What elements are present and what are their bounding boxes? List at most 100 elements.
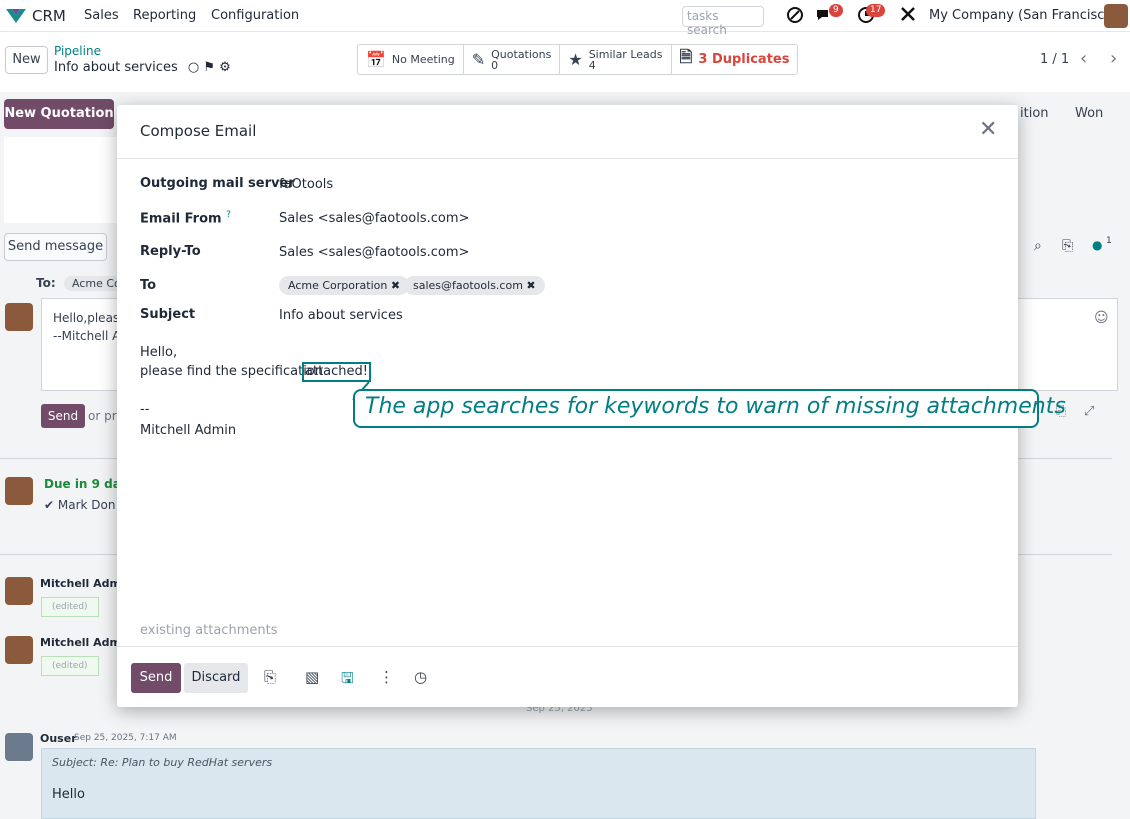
recipient-tag[interactable]: Acme Corporation ✖ [279,276,410,295]
annotation-callout: The app searches for keywords to warn of… [353,389,1066,428]
dialog-header: Compose Email ✕ [117,105,1018,159]
recipient-tag[interactable]: sales@faotools.com ✖ [404,276,545,295]
body-line-2[interactable]: please find the specification [140,364,323,379]
followers-count: 1 [1106,236,1112,246]
message-avatar-1 [5,577,33,605]
paperclip-icon[interactable]: ⎘ [1062,238,1073,254]
email-from-label-text: Email From [140,211,222,227]
new-quotation-button[interactable]: New Quotation [4,99,114,129]
menu-reporting[interactable]: Reporting [133,8,196,23]
dialog-title: Compose Email [140,122,257,140]
breadcrumb-pipeline[interactable]: Pipeline [54,44,101,58]
signature-name[interactable]: Mitchell Admin [140,423,236,438]
edited-badge-2: (edited) [41,656,99,676]
quotations-count: 0 [491,58,499,72]
app-name[interactable]: CRM [32,7,66,25]
attach-icon[interactable]: ⎘ [264,668,276,686]
annotation-callout-text: The app searches for keywords to warn of… [365,394,1066,419]
pin-icon[interactable]: ⚑ [203,60,215,75]
dialog-footer: Send Discard ⎘ ▧ 🖫 ⋮ ◷ [117,646,1018,707]
recipient-tag-label: Acme Corporation [288,279,388,292]
compose-email-dialog: Compose Email ✕ Outgoing mail server faO… [117,105,1066,707]
similar-text: Similar Leads 4 [589,49,663,71]
subject-label: Subject [140,307,196,322]
close-icon[interactable]: ✕ [979,119,997,141]
mail-server-field[interactable]: faOtools [279,177,333,192]
keyword-highlight-text[interactable]: attached! [305,364,368,379]
similar-count: 4 [588,58,596,72]
user-avatar[interactable] [1104,4,1128,28]
company-switcher[interactable]: My Company (San Francisco) [929,8,1117,23]
new-record-button[interactable]: New [5,46,48,74]
activity-avatar [5,477,33,505]
ouser-date: Sep 25, 2025, 7:17 AM [74,733,177,743]
body-line-1[interactable]: Hello, [140,345,177,360]
meeting-label: No Meeting [391,53,455,66]
followers-icon[interactable]: ● [1092,238,1102,252]
reply-to-field[interactable]: Sales <sales@faotools.com> [279,245,469,260]
activity-spiral-icon[interactable] [786,6,804,28]
crm-logo-icon[interactable] [4,6,28,30]
calendar-icon: 📅 [366,50,386,69]
quotations-text: Quotations 0 [491,49,551,71]
duplicates-smart-button[interactable]: 🗎 3 Duplicates [672,45,798,74]
top-navbar: CRM Sales Reporting Configuration tasks … [0,0,1130,37]
ouser-name[interactable]: Ouser [40,732,77,745]
reply-to-label: Reply-To [140,244,201,259]
remove-tag-icon[interactable]: ✖ [526,279,535,292]
composer-line2: --Mitchell A [53,329,121,343]
signature-separator[interactable]: -- [140,402,149,417]
gear-icon[interactable]: ⚙ [219,60,231,75]
composer-line1: Hello,pleas [53,311,120,325]
composer-send-button[interactable]: Send [41,404,85,428]
pager-previous-icon[interactable]: ‹ [1080,48,1087,69]
search-icon[interactable]: ⌕ [1034,238,1042,254]
stage-partial[interactable]: ition [1020,106,1049,121]
subject-field[interactable]: Info about services [279,308,403,323]
mail-server-label: Outgoing mail server [140,176,295,191]
ouser-subject: Subject: Re: Plan to buy RedHat servers [52,756,273,769]
stage-won[interactable]: Won [1075,106,1103,121]
discard-button[interactable]: Discard [184,663,248,693]
tasks-search-input[interactable]: tasks search [682,6,764,37]
remove-tag-icon[interactable]: ✖ [391,279,400,292]
email-from-label: Email From ? [140,210,231,226]
pager-value[interactable]: 1 / 1 [1040,52,1069,67]
composer-avatar [5,303,33,331]
schedule-clock-icon[interactable]: ◷ [414,668,427,686]
ouser-avatar [5,733,33,761]
duplicates-label: 3 Duplicates [698,52,790,67]
quotations-smart-button[interactable]: ✎ Quotations 0 [464,45,561,74]
mark-done-link[interactable]: ✔ Mark Don [44,498,115,512]
help-icon[interactable]: ? [226,210,231,220]
menu-configuration[interactable]: Configuration [211,8,299,23]
spiral-icon[interactable]: ○ [188,60,199,75]
email-from-field[interactable]: Sales <sales@faotools.com> [279,211,469,226]
save-template-icon[interactable]: 🖫 [341,668,354,693]
star-icon: ★ [568,50,583,69]
ouser-body: Hello [52,787,85,802]
send-button[interactable]: Send [131,663,181,693]
to-label: To: [36,276,56,290]
tools-icon[interactable] [900,6,916,26]
menu-sales[interactable]: Sales [84,8,119,23]
pager-next-icon[interactable]: › [1110,48,1117,69]
existing-attachments-placeholder[interactable]: existing attachments [140,623,277,638]
template-icon[interactable]: ▧ [305,668,319,686]
messages-badge: 9 [829,4,843,17]
recipient-tag-label: sales@faotools.com [413,279,523,292]
meeting-smart-button[interactable]: 📅 No Meeting [358,45,464,74]
similar-leads-smart-button[interactable]: ★ Similar Leads 4 [560,45,672,74]
send-message-button[interactable]: Send message [4,233,107,261]
edited-badge-1: (edited) [41,597,99,617]
similar-label: Similar Leads [588,47,663,61]
emoji-icon[interactable]: ☺ [1094,310,1109,326]
edit-icon: ✎ [471,50,486,69]
more-options-icon[interactable]: ⋮ [379,668,394,686]
expand-icon[interactable]: ⤢ [1084,404,1094,419]
due-label: Due in 9 day [44,477,129,491]
message-avatar-2 [5,636,33,664]
quotations-label: Quotations [491,47,552,61]
form-sheet-fragment [4,137,117,223]
smart-buttons: 📅 No Meeting ✎ Quotations 0 ★ Similar Lea… [357,44,799,75]
